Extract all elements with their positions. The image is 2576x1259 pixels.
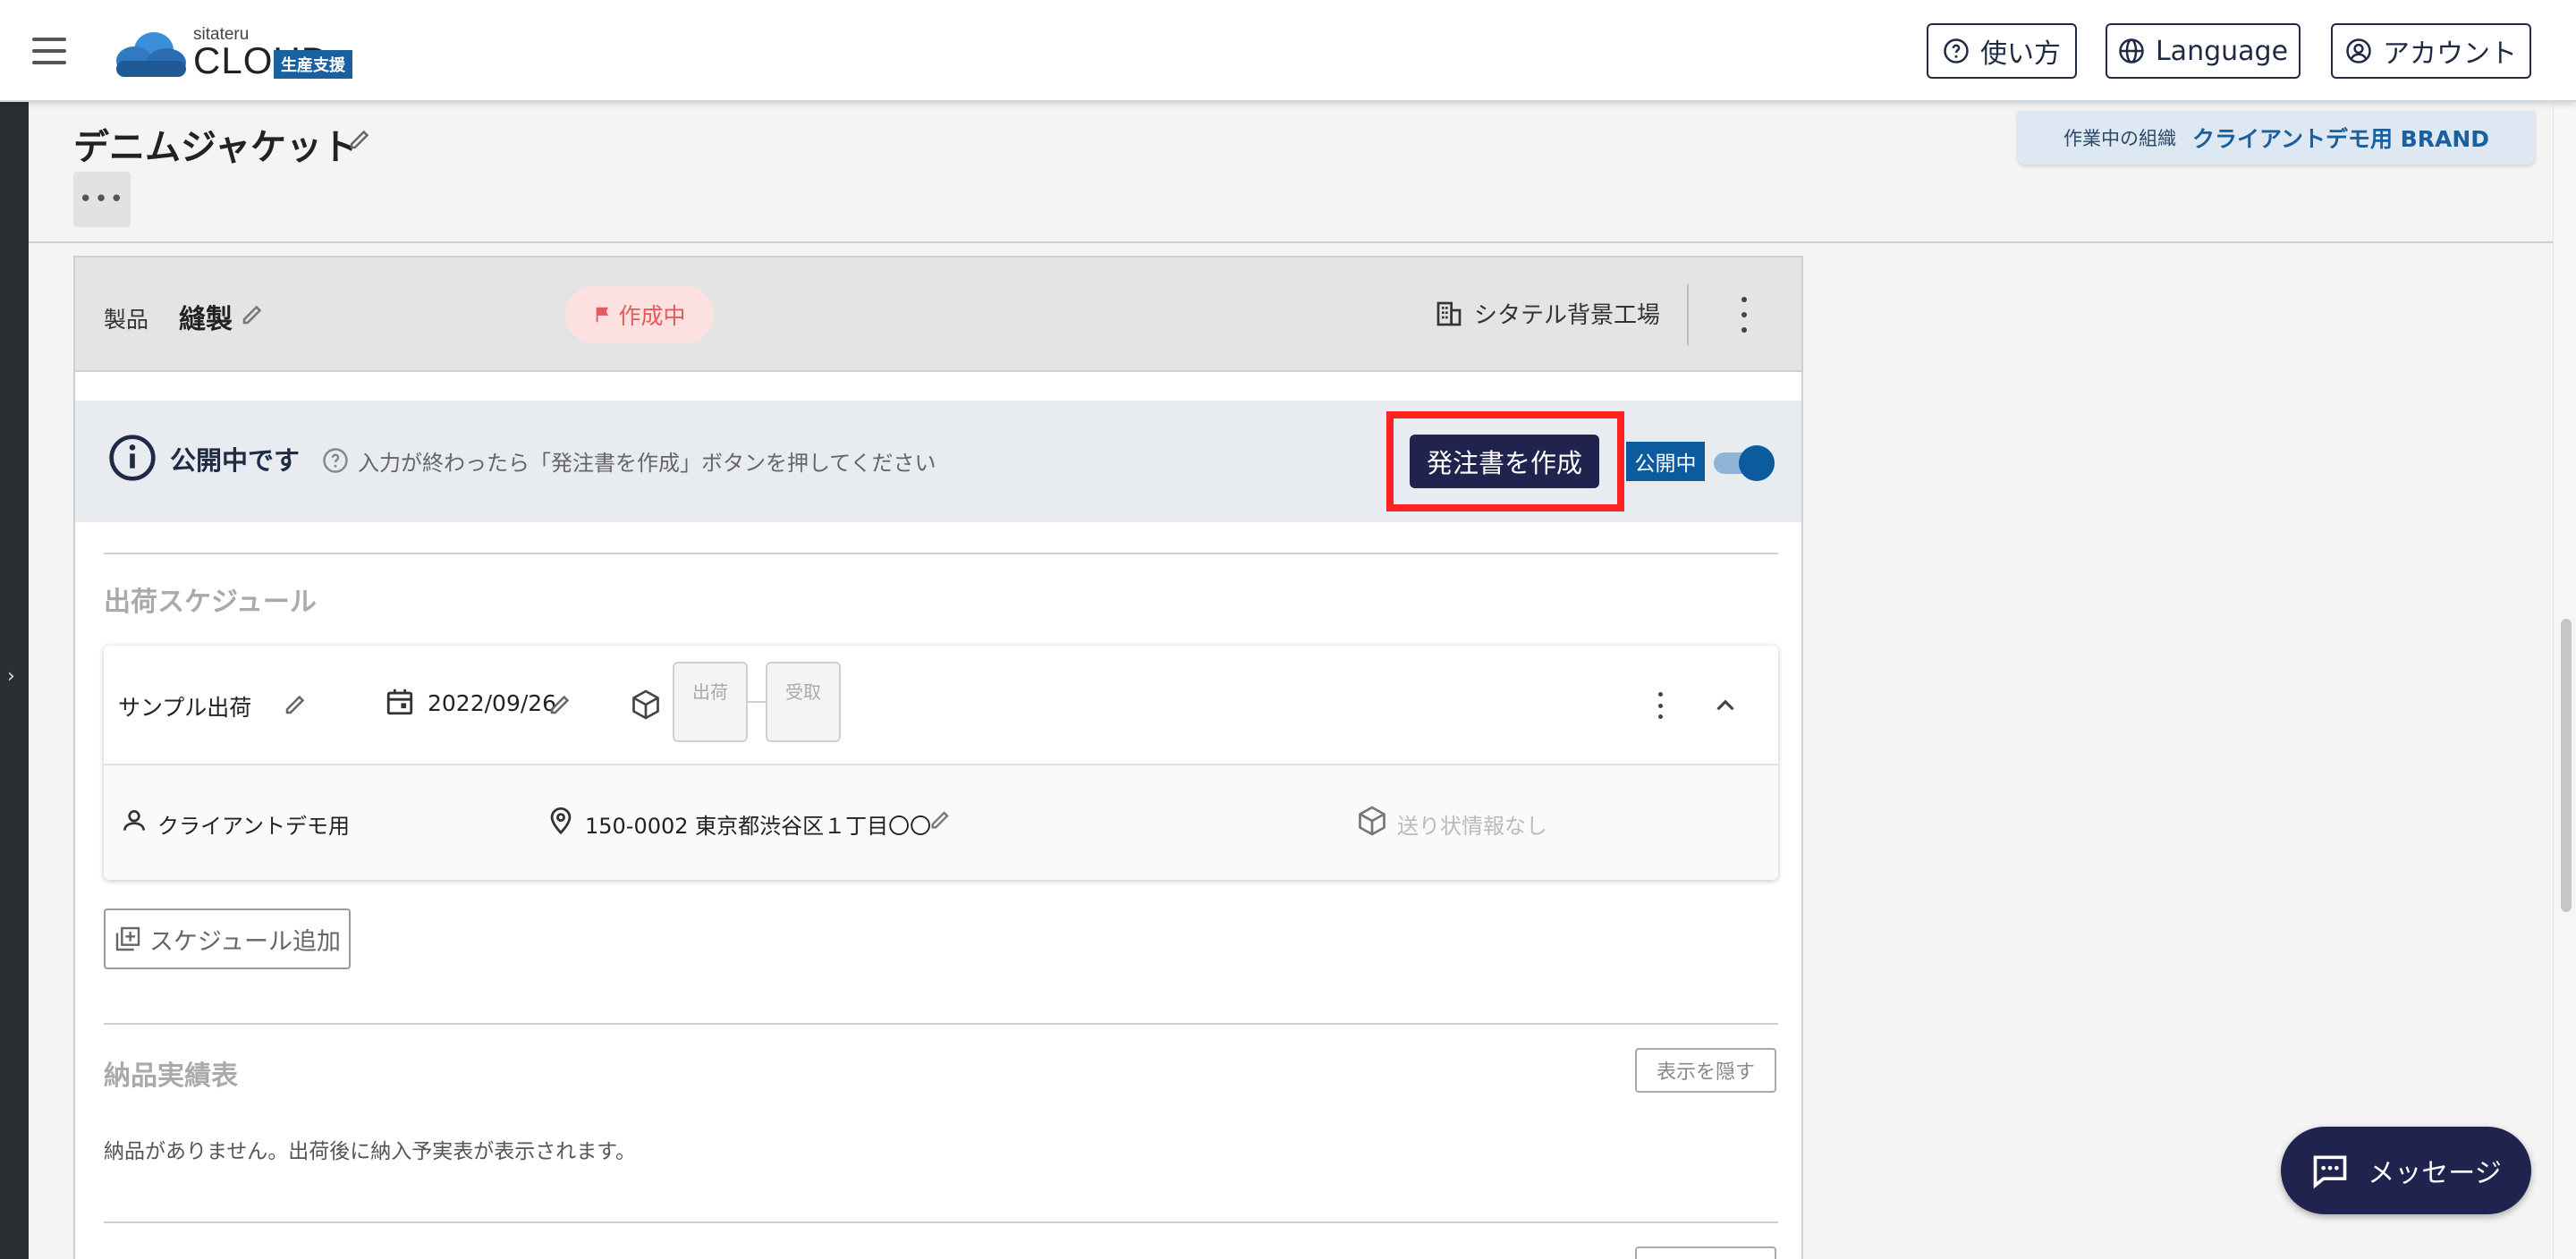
- page-scrollbar[interactable]: [2553, 102, 2576, 1259]
- publish-toggle[interactable]: [1714, 445, 1776, 481]
- account-circle-icon: [2346, 38, 2371, 63]
- add-schedule-label: スケジュール追加: [148, 927, 342, 956]
- building-icon: [1436, 301, 1462, 325]
- help-button[interactable]: 使い方: [1927, 23, 2077, 79]
- schedule-address: 150-0002 東京都渋谷区１丁目〇〇: [585, 814, 932, 839]
- message-button[interactable]: メッセージ: [2281, 1127, 2531, 1214]
- publish-status-text: 公開中です: [170, 445, 301, 476]
- org-name: クライアントデモ用 BRAND: [2191, 126, 2490, 152]
- schedule-detail-row: クライアントデモ用 150-0002 東京都渋谷区１丁目〇〇 送り状情報なし: [104, 764, 1778, 880]
- no-delivery-text: 納品がありません。出荷後に納入予実表が表示されます。: [104, 1140, 637, 1163]
- kebab-menu-icon[interactable]: [1737, 297, 1751, 333]
- status-chip: 作成中: [565, 286, 714, 343]
- more-options-button[interactable]: •••: [73, 172, 131, 227]
- language-label: Language: [2155, 35, 2289, 67]
- schedule-client: クライアントデモ用: [157, 814, 351, 839]
- package-icon: [1359, 806, 1385, 836]
- person-icon: [123, 810, 145, 831]
- package-icon: [632, 689, 659, 720]
- schedule-date: 2022/09/26: [428, 690, 557, 716]
- info-icon: [109, 435, 156, 481]
- section-divider: [104, 1023, 1778, 1025]
- factory-info: シタテル背景工場: [1435, 297, 1660, 330]
- help-circle-icon: [1944, 38, 1969, 63]
- publish-status-bar: 公開中です 入力が終わったら「発注書を作成」ボタンを押してください 発注書を作成…: [75, 401, 1801, 522]
- product-label: 製品: [104, 307, 149, 333]
- help-label: 使い方: [1980, 38, 2061, 70]
- publish-hint-text: 入力が終わったら「発注書を作成」ボタンを押してください: [358, 451, 936, 476]
- schedule-name: サンプル出荷: [118, 695, 252, 721]
- pencil-edit-icon[interactable]: [547, 690, 574, 717]
- add-schedule-button[interactable]: スケジュール追加: [104, 908, 351, 969]
- calendar-icon: [386, 689, 413, 715]
- public-tag: 公開中: [1626, 442, 1705, 481]
- next-section-button[interactable]: [1635, 1246, 1776, 1259]
- section-divider: [104, 553, 1778, 554]
- chevron-up-icon[interactable]: [1710, 690, 1741, 721]
- page-title: デニムジャケット: [73, 127, 358, 168]
- location-pin-icon: [550, 807, 572, 835]
- step-ship: 出荷: [673, 662, 748, 742]
- org-label: 作業中の組織: [2063, 128, 2176, 149]
- collapsed-side-panel[interactable]: ›: [0, 102, 29, 1259]
- shipping-schedule-card: サンプル出荷 2022/09/26 出荷 受取 クライアントデモ用 150-00…: [104, 646, 1778, 880]
- chevron-right-icon[interactable]: ›: [7, 665, 15, 688]
- pencil-edit-icon[interactable]: [928, 807, 953, 832]
- account-label: アカウント: [2383, 38, 2517, 70]
- globe-icon: [2119, 38, 2144, 63]
- flag-icon: [597, 307, 609, 323]
- current-organization-box: 作業中の組織 クライアントデモ用 BRAND: [2018, 111, 2535, 165]
- hamburger-menu-icon[interactable]: [32, 38, 66, 64]
- message-label: メッセージ: [2368, 1158, 2502, 1189]
- step-connector: [748, 701, 766, 703]
- status-text: 作成中: [618, 303, 686, 329]
- product-name: 縫製: [179, 304, 233, 335]
- product-card: 製品 縫製 作成中 シタテル背景工場 公開中です 入力が終わったら「発注書を作成…: [73, 256, 1803, 1259]
- invoice-status: 送り状情報なし: [1397, 814, 1547, 839]
- logo-badge: 生産支援: [274, 50, 352, 79]
- help-circle-icon: [323, 448, 348, 473]
- pencil-edit-icon[interactable]: [240, 300, 267, 327]
- app-logo[interactable]: sitateru CLOUD 生産支援: [111, 23, 415, 81]
- page-title-area: デニムジャケット ••• 作業中の組織 クライアントデモ用 BRAND: [29, 102, 2553, 243]
- account-button[interactable]: アカウント: [2331, 23, 2531, 79]
- chat-bubble-icon: [2313, 1155, 2347, 1189]
- shipping-section-title: 出荷スケジュール: [104, 587, 317, 618]
- step-receive: 受取: [766, 662, 841, 742]
- language-button[interactable]: Language: [2106, 23, 2301, 79]
- section-divider: [104, 1221, 1778, 1223]
- app-header: sitateru CLOUD 生産支援 使い方 Language アカウント: [0, 0, 2576, 102]
- cloud-logo-icon: [116, 32, 186, 77]
- add-box-icon: [115, 926, 140, 951]
- create-order-button[interactable]: 発注書を作成: [1410, 435, 1599, 488]
- kebab-menu-icon[interactable]: [1655, 692, 1665, 719]
- factory-name: シタテル背景工場: [1474, 302, 1661, 329]
- header-divider: [1687, 284, 1689, 345]
- delivery-section-title: 納品実績表: [104, 1060, 238, 1092]
- toggle-knob: [1739, 445, 1775, 481]
- pencil-edit-icon[interactable]: [347, 125, 374, 152]
- product-card-header: 製品 縫製 作成中 シタテル背景工場: [75, 258, 1801, 372]
- schedule-header-row: サンプル出荷 2022/09/26 出荷 受取: [104, 646, 1778, 764]
- pencil-edit-icon[interactable]: [283, 690, 309, 717]
- hide-delivery-button[interactable]: 表示を隠す: [1635, 1048, 1776, 1093]
- scrollbar-thumb[interactable]: [2561, 619, 2572, 912]
